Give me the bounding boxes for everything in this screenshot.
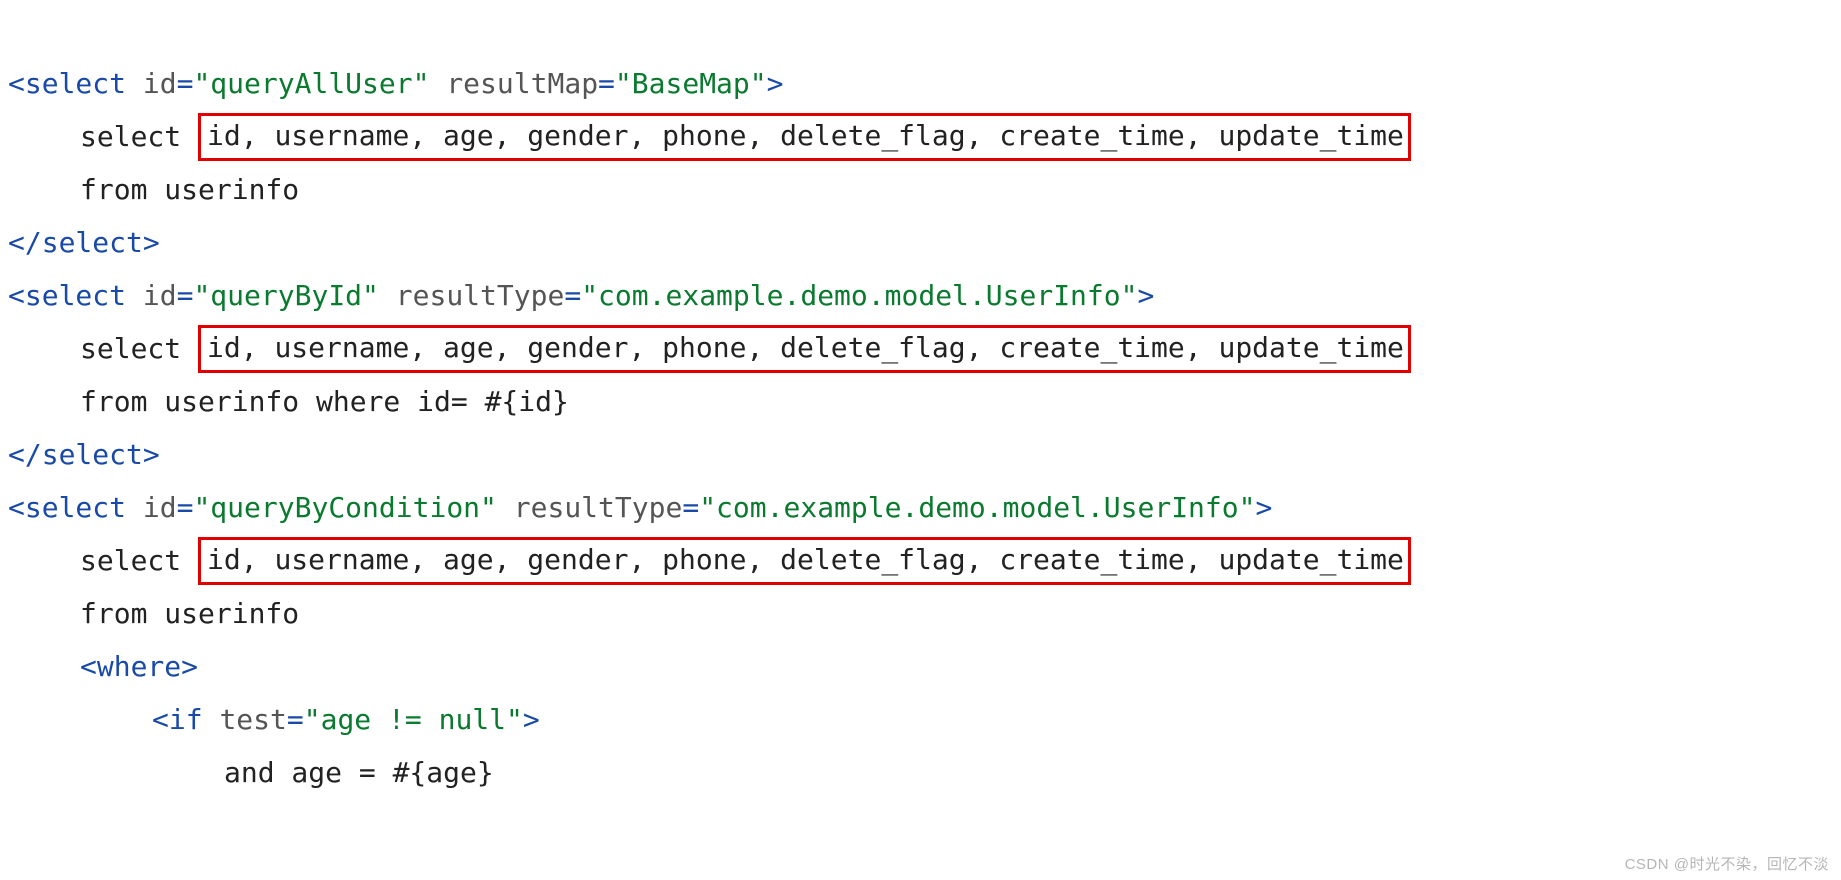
line-8: </select> — [8, 438, 160, 471]
line-10: select id, username, age, gender, phone,… — [8, 544, 1411, 577]
attr-resultMap: resultMap — [446, 67, 598, 100]
line-1: <select id="queryAllUser" resultMap="Bas… — [8, 67, 783, 100]
val-queryById: "queryById" — [193, 279, 378, 312]
if-body-age: and age = #{age} — [8, 746, 494, 799]
code-block: <select id="queryAllUser" resultMap="Bas… — [0, 0, 1841, 799]
watermark: CSDN @时光不染，回忆不淡 — [1625, 853, 1829, 874]
line-13: <if test="age != null"> — [8, 703, 540, 736]
line-3: from userinfo — [8, 173, 299, 206]
kw-select: select — [80, 544, 198, 577]
kw-select: select — [80, 332, 198, 365]
line-5: <select id="queryById" resultType="com.e… — [8, 279, 1154, 312]
line-14: and age = #{age} — [8, 756, 494, 789]
kw-select: select — [80, 120, 198, 153]
line-4: </select> — [8, 226, 160, 259]
line-12: <where> — [8, 650, 198, 683]
line-7: from userinfo where id= #{id} — [8, 385, 569, 418]
val-queryAllUser: "queryAllUser" — [193, 67, 429, 100]
attr-resultType: resultType — [514, 491, 683, 524]
from-clause-2: from userinfo where id= #{id} — [8, 375, 569, 428]
tag-if: if — [169, 703, 203, 736]
line-2: select id, username, age, gender, phone,… — [8, 120, 1411, 153]
attr-id: id — [143, 67, 177, 100]
line-11: from userinfo — [8, 597, 299, 630]
highlighted-columns-3: id, username, age, gender, phone, delete… — [198, 537, 1411, 585]
from-clause-3: from userinfo — [8, 587, 299, 640]
tag-select: select — [25, 67, 126, 100]
val-userinfo-type: "com.example.demo.model.UserInfo" — [581, 279, 1137, 312]
attr-resultType: resultType — [396, 279, 565, 312]
val-test-age: "age != null" — [304, 703, 523, 736]
tag-where: where — [97, 650, 181, 683]
tag-select: select — [25, 491, 126, 524]
attr-id: id — [143, 279, 177, 312]
line-6: select id, username, age, gender, phone,… — [8, 332, 1411, 365]
attr-id: id — [143, 491, 177, 524]
line-9: <select id="queryByCondition" resultType… — [8, 491, 1272, 524]
angle-open: < — [8, 67, 25, 100]
highlighted-columns-1: id, username, age, gender, phone, delete… — [198, 113, 1411, 161]
val-queryByCondition: "queryByCondition" — [193, 491, 496, 524]
highlighted-columns-2: id, username, age, gender, phone, delete… — [198, 325, 1411, 373]
val-userinfo-type: "com.example.demo.model.UserInfo" — [699, 491, 1255, 524]
val-BaseMap: "BaseMap" — [615, 67, 767, 100]
from-clause-1: from userinfo — [8, 163, 299, 216]
tag-select: select — [25, 279, 126, 312]
attr-test: test — [219, 703, 286, 736]
